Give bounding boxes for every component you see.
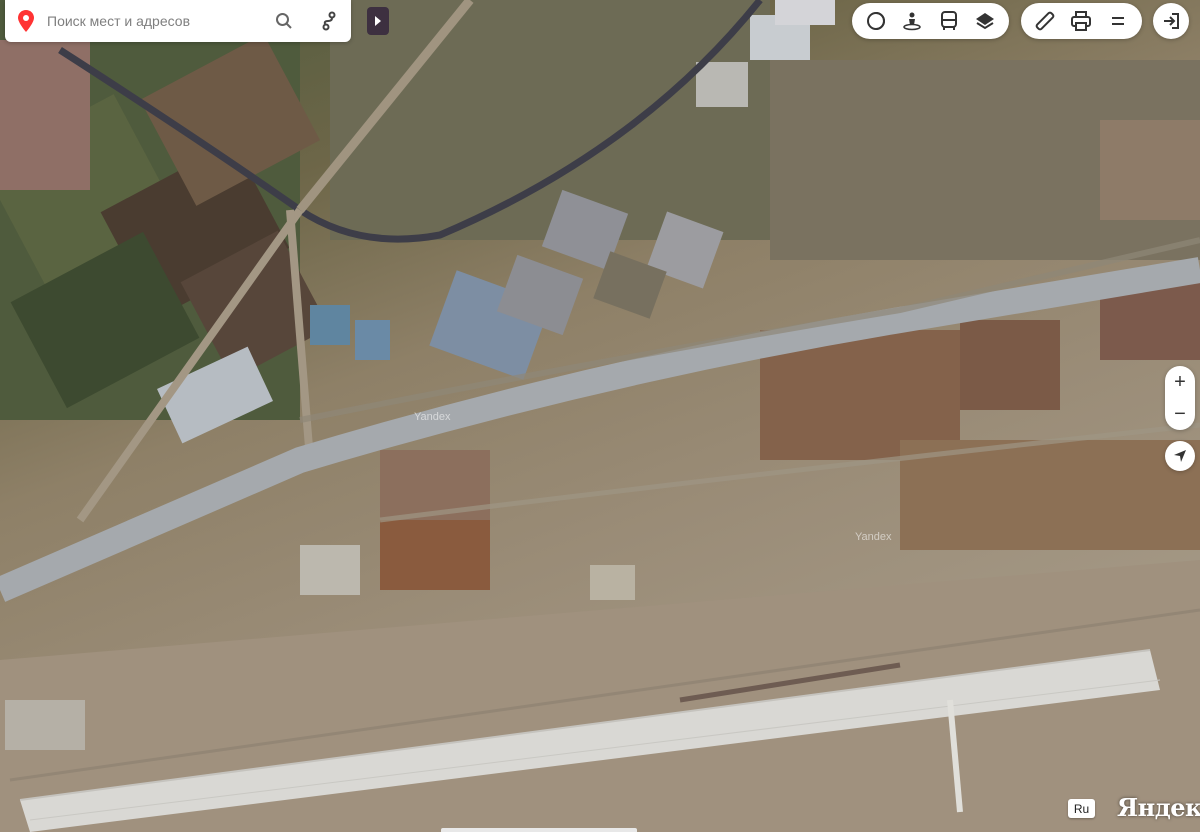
layers-icon[interactable] <box>967 3 1003 39</box>
zoom-control: + − <box>1165 366 1195 430</box>
map-watermark: Yandex <box>855 531 892 543</box>
yandex-logo: Яндекс <box>1117 793 1200 822</box>
transit-icon[interactable] <box>931 3 967 39</box>
route-icon[interactable] <box>307 0 351 42</box>
chevron-right-icon <box>375 16 381 26</box>
language-switch[interactable]: Ru <box>1068 799 1095 818</box>
login-icon <box>1164 13 1179 29</box>
ruler-icon[interactable] <box>1027 3 1063 39</box>
map-watermark: Yandex <box>414 411 451 423</box>
panorama-icon[interactable] <box>858 3 894 39</box>
map-imagery <box>0 0 1200 832</box>
street-view-icon[interactable] <box>894 3 930 39</box>
search-input[interactable] <box>47 1 261 41</box>
search-box <box>5 0 351 42</box>
my-location-button[interactable] <box>1165 441 1195 471</box>
zoom-in-button[interactable]: + <box>1165 366 1195 398</box>
location-pin-icon <box>5 0 47 42</box>
menu-icon[interactable] <box>1100 3 1136 39</box>
zoom-out-button[interactable]: − <box>1165 398 1195 430</box>
login-button[interactable] <box>1153 3 1189 39</box>
tools-toolbar <box>1021 3 1142 39</box>
search-icon[interactable] <box>261 0 307 42</box>
satellite-map[interactable]: Yandex Yandex <box>0 0 1200 832</box>
navigation-arrow-icon <box>1174 450 1186 462</box>
bottom-panel-handle[interactable] <box>441 828 637 832</box>
print-icon[interactable] <box>1063 3 1099 39</box>
map-layers-toolbar <box>852 3 1009 39</box>
collapse-panel-button[interactable] <box>367 7 389 35</box>
